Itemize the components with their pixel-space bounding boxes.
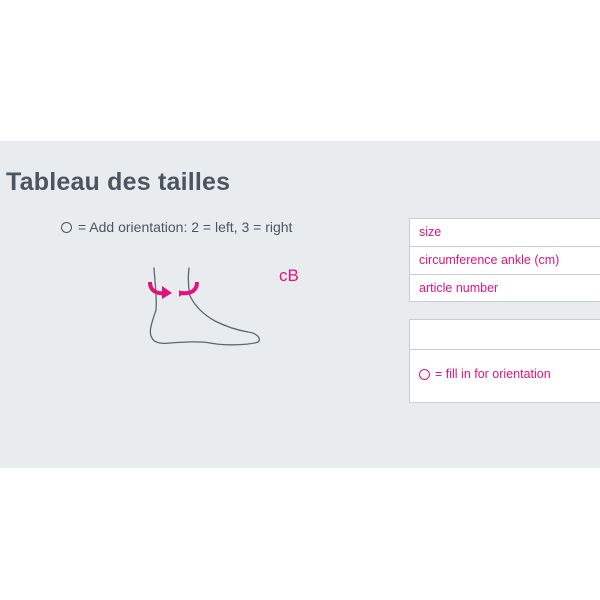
article-number-row-label: article number (419, 281, 499, 295)
circle-icon (419, 368, 430, 380)
orientation-legend: = Add orientation: 2 = left, 3 = right (61, 219, 292, 235)
orientation-note: = fill in for orientation (419, 367, 551, 381)
order-input-row[interactable] (410, 320, 600, 350)
order-box: = fill in for orientation (409, 319, 600, 403)
page-title: Tableau des tailles (6, 168, 231, 196)
size-table: size circumference ankle (cm) article nu… (409, 218, 600, 302)
size-chart-panel: Tableau des tailles = Add orientation: 2… (0, 141, 600, 468)
circle-icon (61, 221, 72, 233)
orientation-legend-text: = Add orientation: 2 = left, 3 = right (78, 219, 293, 235)
measurement-point-label: cB (279, 266, 299, 285)
orientation-note-text: = fill in for orientation (435, 367, 551, 381)
foot-illustration (148, 267, 261, 346)
size-row-label: size (410, 219, 600, 247)
circumference-row-label: circumference ankle (cm) (410, 247, 600, 275)
